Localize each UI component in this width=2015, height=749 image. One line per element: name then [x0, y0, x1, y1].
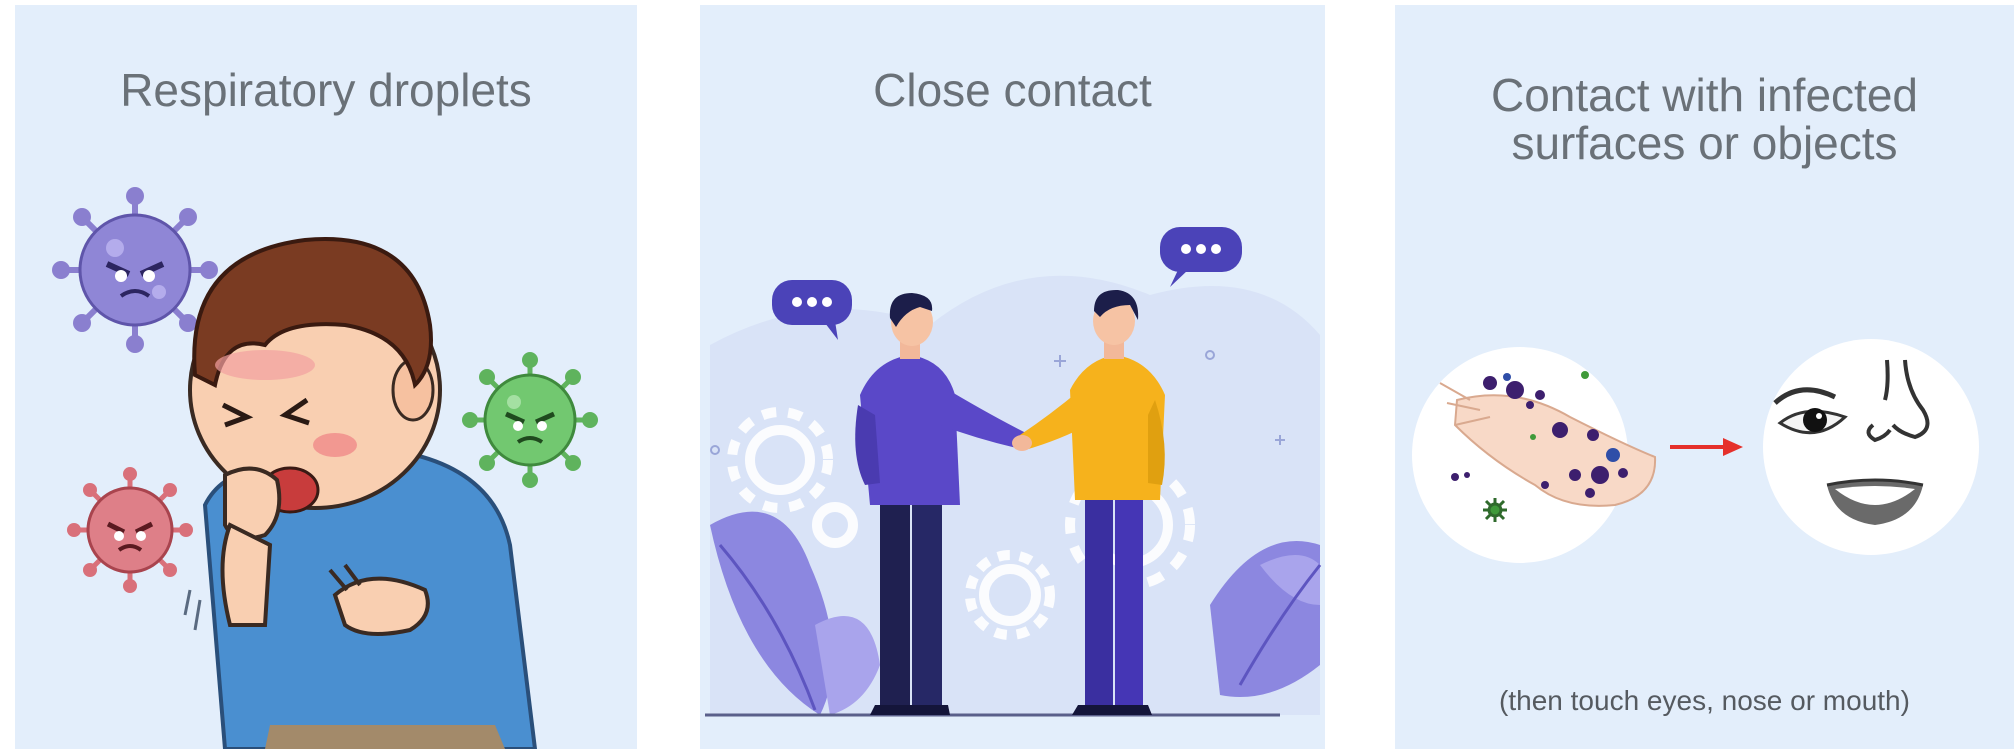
coughing-person-illustration	[52, 187, 598, 749]
virus-icon	[67, 467, 193, 593]
handshake-illustration	[705, 227, 1322, 717]
virus-icon	[52, 187, 218, 353]
panel-contact-surfaces: Contact with infected surfaces or object…	[1395, 5, 2014, 749]
panel-caption: (then touch eyes, nose or mouth)	[1499, 685, 1910, 716]
arrow-right-icon	[1670, 438, 1743, 456]
speech-bubble-icon	[1160, 227, 1242, 287]
panel-respiratory-droplets: Respiratory droplets	[15, 5, 637, 749]
virus-icon	[1483, 498, 1507, 522]
virus-icon	[462, 352, 598, 488]
hand-to-face-illustration	[1412, 339, 1979, 563]
panel-close-contact: Close contact	[700, 5, 1325, 749]
